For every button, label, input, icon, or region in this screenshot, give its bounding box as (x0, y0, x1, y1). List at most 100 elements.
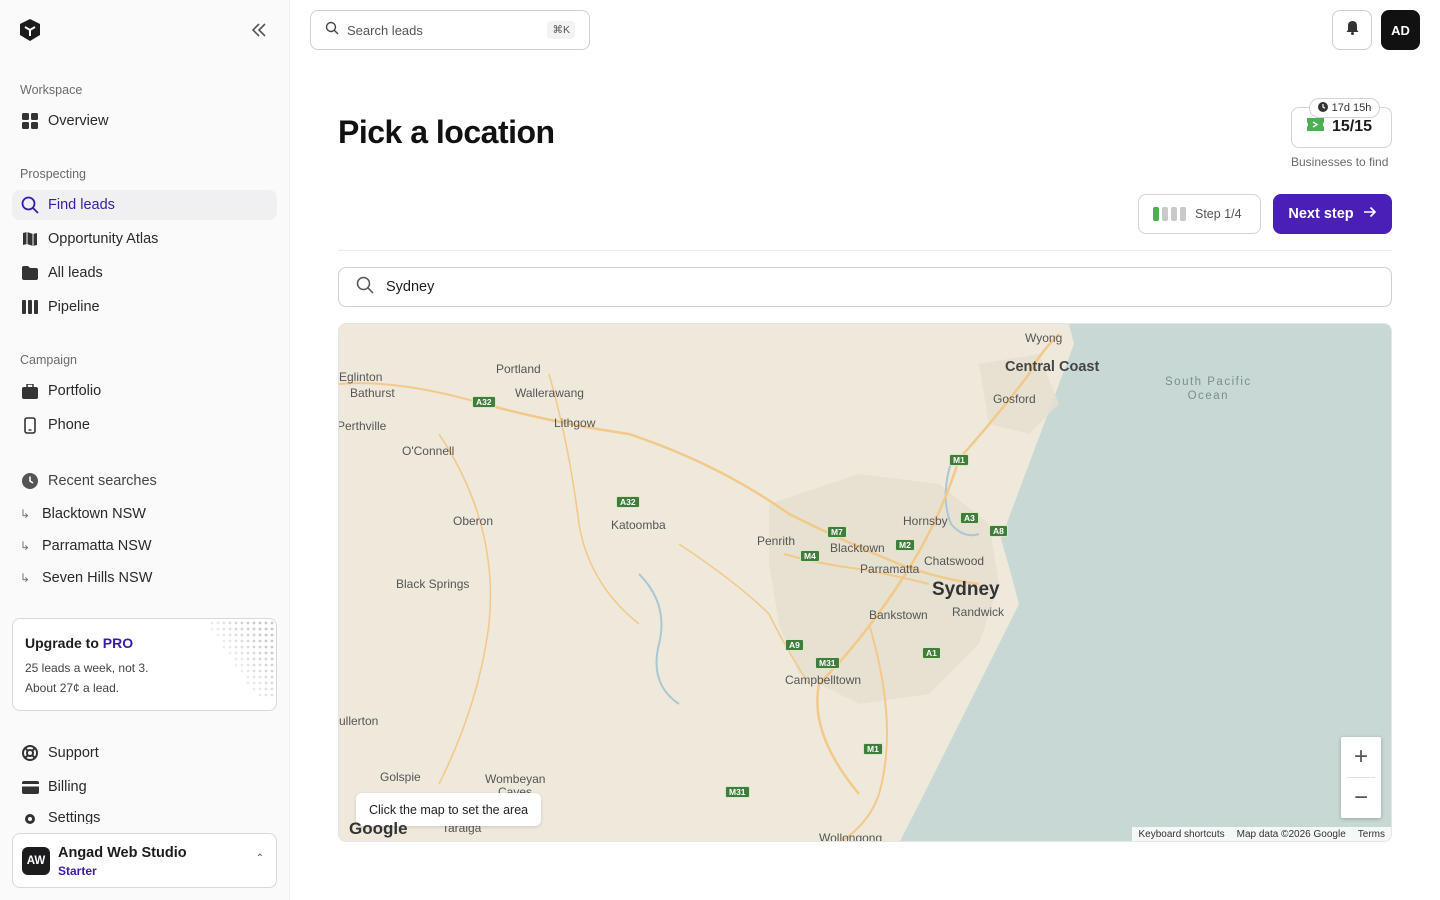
sidebar-item-label: Billing (48, 779, 87, 795)
place-label: Wollongong (819, 831, 883, 842)
clock-icon (21, 472, 39, 490)
ticket-icon (1307, 118, 1324, 136)
search-icon (325, 21, 339, 40)
recent-search-item[interactable]: ↳ Seven Hills NSW (20, 570, 152, 586)
recent-search-item[interactable]: ↳ Blacktown NSW (20, 506, 146, 522)
search-icon (21, 196, 39, 214)
place-label: Penrith (757, 534, 796, 548)
sidebar-item-label: Recent searches (48, 473, 157, 489)
app-logo-icon[interactable] (19, 18, 41, 42)
place-label: Portland (496, 362, 541, 376)
location-map[interactable]: Wyong Central Coast Gosford South Pacifi… (338, 323, 1392, 842)
place-label: Hornsby (903, 514, 948, 528)
map-icon (21, 230, 39, 248)
location-search-input[interactable]: Sydney (338, 267, 1392, 307)
route-shield: A8 (989, 525, 1008, 537)
step-progress-bar (1153, 207, 1159, 221)
quota-timer-badge: 17d 15h (1309, 98, 1380, 118)
zoom-in-button[interactable]: + (1341, 737, 1381, 777)
place-label: Randwick (952, 605, 1005, 619)
folder-icon (21, 264, 39, 282)
sidebar-item-billing[interactable]: Billing (12, 772, 277, 802)
upgrade-line-2: About 27¢ a lead. (25, 681, 120, 695)
place-label: Katoomba (611, 518, 666, 532)
keyboard-shortcut-badge: ⌘K (547, 21, 575, 39)
collapse-sidebar-icon[interactable] (248, 20, 270, 40)
notifications-button[interactable] (1332, 10, 1372, 50)
account-switcher[interactable]: AW Angad Web Studio Starter ⌃ (12, 833, 277, 888)
step-progress-bar (1180, 207, 1186, 221)
sidebar-item-portfolio[interactable]: Portfolio (12, 376, 277, 406)
route-shield: A9 (785, 639, 804, 651)
upgrade-card[interactable]: Upgrade to PRO 25 leads a week, not 3. A… (12, 618, 277, 711)
section-label-workspace: Workspace (20, 83, 83, 97)
chevron-up-icon: ⌃ (255, 853, 264, 864)
account-name: Angad Web Studio (58, 845, 187, 861)
columns-icon (21, 298, 39, 316)
sidebar-item-find-leads[interactable]: Find leads (12, 190, 277, 220)
sidebar-item-all-leads[interactable]: All leads (12, 258, 277, 288)
quota-count: 15/15 (1307, 118, 1372, 136)
return-arrow-icon: ↳ (20, 507, 31, 521)
place-label: Wyong (1025, 331, 1063, 345)
briefcase-icon (21, 382, 39, 400)
account-plan: Starter (58, 864, 97, 878)
place-label: Black Springs (396, 577, 470, 591)
sidebar-item-phone[interactable]: Phone (12, 410, 277, 440)
quota-caption: Businesses to find (1291, 155, 1389, 169)
place-label: Perthville (338, 419, 387, 433)
sidebar-item-label: Portfolio (48, 383, 102, 399)
return-arrow-icon: ↳ (20, 571, 31, 585)
dot-pattern-decoration (210, 621, 274, 697)
next-step-label: Next step (1288, 206, 1354, 222)
place-label: Gosford (993, 392, 1036, 406)
place-label-sydney: Sydney (932, 579, 1000, 600)
user-avatar-button[interactable]: AD (1381, 10, 1420, 50)
page-title: Pick a location (338, 114, 555, 150)
place-label: Golspie (380, 770, 421, 784)
sidebar-item-settings[interactable]: Settings (12, 806, 277, 824)
upgrade-line-1: 25 leads a week, not 3. (25, 661, 149, 675)
place-label: Chatswood (924, 554, 985, 568)
account-avatar: AW (22, 847, 50, 875)
place-label: Lithgow (554, 416, 596, 430)
search-placeholder: Search leads (347, 22, 423, 38)
place-label: Central Coast (1005, 359, 1100, 375)
step-progress-bars (1153, 207, 1186, 221)
place-label: O'Connell (402, 444, 455, 458)
lifebuoy-icon (21, 744, 39, 762)
terms-link[interactable]: Terms (1358, 829, 1385, 840)
grid-icon (21, 112, 39, 130)
sidebar-item-label: Phone (48, 417, 90, 433)
sidebar-item-opportunity-atlas[interactable]: Opportunity Atlas (12, 224, 277, 254)
sidebar-item-recent-searches[interactable]: Recent searches (12, 466, 277, 496)
upgrade-title: Upgrade to PRO (25, 635, 134, 651)
sidebar-item-support[interactable]: Support (12, 738, 277, 768)
sidebar-item-pipeline[interactable]: Pipeline (12, 292, 277, 322)
section-label-campaign: Campaign (20, 353, 77, 367)
recent-search-item[interactable]: ↳ Parramatta NSW (20, 538, 152, 554)
route-shield: M31 (725, 786, 750, 798)
sidebar-item-label: Support (48, 745, 99, 761)
search-input[interactable]: Search leads ⌘K (310, 10, 590, 50)
sidebar-item-overview[interactable]: Overview (12, 106, 277, 136)
arrow-right-icon (1363, 206, 1377, 222)
recent-search-label: Seven Hills NSW (42, 570, 153, 586)
map-attribution: Keyboard shortcuts Map data ©2026 Google… (1132, 827, 1391, 841)
place-label: Blacktown (830, 541, 885, 555)
place-label: Wallerawang (515, 386, 584, 400)
route-shield: M7 (827, 526, 847, 538)
place-label: Parramatta (860, 562, 920, 576)
gear-icon (21, 810, 39, 824)
route-shield: M2 (895, 539, 915, 551)
place-label: Wombeyan (485, 772, 546, 786)
quota-count-text: 15/15 (1332, 118, 1373, 135)
next-step-button[interactable]: Next step (1273, 194, 1392, 234)
keyboard-shortcuts-link[interactable]: Keyboard shortcuts (1138, 829, 1224, 840)
ocean-label: South Pacific Ocean (1165, 376, 1252, 402)
sidebar: Workspace Overview Prospecting Find lead… (0, 0, 290, 900)
step-indicator[interactable]: Step 1/4 (1138, 194, 1261, 234)
search-icon (356, 276, 374, 299)
route-shield: A32 (616, 496, 640, 508)
zoom-out-button[interactable]: − (1341, 778, 1381, 818)
